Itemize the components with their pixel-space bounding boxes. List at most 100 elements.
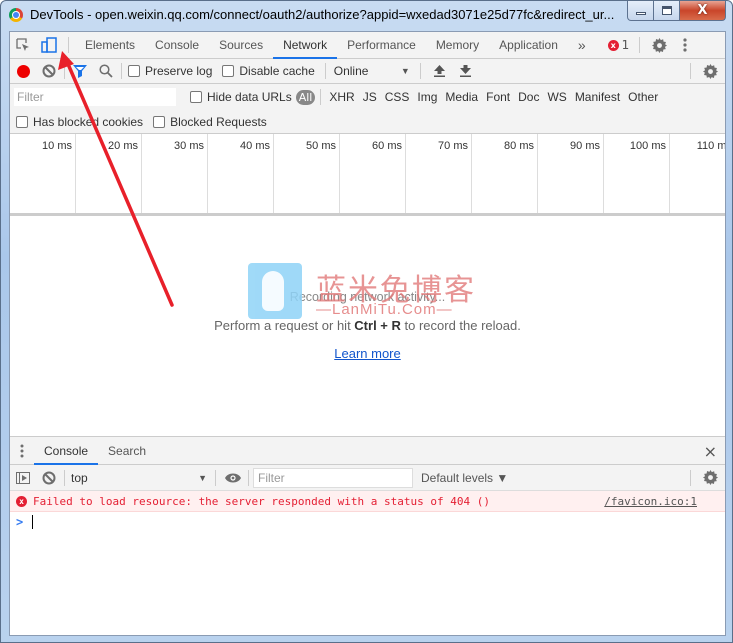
close-window-button[interactable]: X	[680, 1, 726, 21]
filter-type-ws[interactable]: WS	[543, 90, 570, 104]
disable-cache-checkbox[interactable]: Disable cache	[222, 64, 315, 78]
filter-type-js[interactable]: JS	[359, 90, 381, 104]
timeline-tick-label: 40 ms	[240, 140, 270, 152]
close-drawer-icon[interactable]: ×	[704, 442, 717, 461]
inspect-element-button[interactable]	[10, 32, 36, 58]
title-bar[interactable]: DevTools - open.weixin.qq.com/connect/oa…	[1, 1, 732, 31]
sidebar-toggle-icon	[16, 471, 30, 484]
checkbox-box[interactable]	[222, 65, 235, 77]
console-sidebar-button[interactable]	[10, 465, 36, 491]
timeline-tick-label: 10 ms	[42, 140, 72, 152]
timeline-tick-label: 90 ms	[570, 140, 600, 152]
eye-icon	[225, 473, 241, 482]
console-error-source-link[interactable]: /favicon.ico:1	[604, 495, 697, 508]
filter-bar: Hide data URLs All XHR JS CSS Img Media …	[10, 84, 725, 134]
tab-sources[interactable]: Sources	[209, 32, 273, 59]
filter-type-other[interactable]: Other	[624, 90, 662, 104]
maximize-icon	[661, 6, 672, 15]
tab-memory[interactable]: Memory	[426, 32, 489, 59]
record-icon	[16, 64, 30, 78]
separator	[639, 37, 641, 53]
timeline-tick-label: 110 ms	[696, 140, 725, 152]
console-error-text: Failed to load resource: the server resp…	[33, 494, 490, 508]
drawer-tab-console[interactable]: Console	[34, 437, 99, 465]
settings-button[interactable]	[646, 32, 672, 58]
timeline-tick-label: 100 ms	[629, 140, 666, 152]
import-har-button[interactable]	[427, 58, 453, 84]
error-count-badge[interactable]: x 1	[607, 38, 630, 52]
drawer-menu-button[interactable]	[10, 438, 34, 464]
separator	[64, 63, 65, 79]
clear-console-button[interactable]	[36, 465, 62, 491]
has-blocked-cookies-checkbox[interactable]: Has blocked cookies	[16, 115, 143, 129]
error-count: 1	[621, 38, 630, 52]
network-settings-button[interactable]	[697, 58, 723, 84]
checkbox-box[interactable]	[16, 116, 28, 128]
timeline-tick-label: 70 ms	[438, 140, 468, 152]
filter-type-xhr[interactable]: XHR	[325, 90, 358, 104]
gear-icon	[702, 470, 718, 485]
drawer-tab-search[interactable]: Search	[98, 437, 156, 465]
tab-elements[interactable]: Elements	[75, 32, 145, 59]
preserve-log-checkbox[interactable]: Preserve log	[128, 64, 212, 78]
tab-network[interactable]: Network	[273, 32, 338, 59]
separator	[68, 37, 69, 53]
tab-console[interactable]: Console	[145, 32, 209, 59]
filter-type-media[interactable]: Media	[441, 90, 482, 104]
console-input-area[interactable]	[10, 532, 725, 637]
separator	[690, 63, 691, 79]
reload-hint-prefix: Perform a request or hit	[214, 318, 355, 333]
preserve-log-label: Preserve log	[145, 64, 213, 78]
learn-more-link[interactable]: Learn more	[334, 346, 400, 361]
clear-button[interactable]	[36, 58, 62, 84]
hide-data-urls-checkbox[interactable]: Hide data URLs	[190, 90, 292, 104]
console-prompt[interactable]: >	[16, 515, 34, 529]
text-cursor	[32, 515, 34, 529]
console-error-message: x Failed to load resource: the server re…	[10, 491, 725, 512]
blocked-requests-checkbox[interactable]: Blocked Requests	[153, 115, 267, 129]
console-settings-button[interactable]	[697, 465, 723, 491]
throttling-value: Online	[333, 64, 369, 78]
search-button[interactable]	[93, 58, 119, 84]
recording-message: Recording network activity...	[289, 290, 446, 304]
checkbox-box[interactable]	[190, 91, 202, 103]
tab-application[interactable]: Application	[489, 32, 568, 59]
timeline-tick-label: 60 ms	[372, 140, 402, 152]
timeline-tick: 90 ms	[538, 134, 604, 213]
export-har-button[interactable]	[453, 58, 479, 84]
network-filter-input[interactable]	[14, 88, 176, 106]
tab-performance[interactable]: Performance	[337, 32, 426, 59]
throttling-select[interactable]: Online ▼	[334, 64, 410, 78]
timeline-tick-label: 30 ms	[174, 140, 204, 152]
log-levels-select[interactable]: Default levels ▼	[421, 471, 508, 485]
live-expression-button[interactable]	[220, 465, 246, 491]
filter-type-img[interactable]: Img	[413, 90, 441, 104]
timeline-tick: 10 ms	[10, 134, 76, 213]
console-filter-input[interactable]	[253, 467, 413, 488]
filter-type-css[interactable]: CSS	[381, 90, 414, 104]
customize-menu-button[interactable]	[672, 32, 698, 58]
separator	[419, 63, 421, 79]
filter-type-font[interactable]: Font	[482, 90, 514, 104]
maximize-button[interactable]	[654, 1, 680, 21]
filter-type-doc[interactable]: Doc	[514, 90, 543, 104]
reload-hint: Perform a request or hit Ctrl + R to rec…	[10, 318, 725, 333]
timeline-overview[interactable]: 10 ms 20 ms 30 ms 40 ms 50 ms 60 ms 70 ms 80 ms…	[10, 134, 725, 216]
execution-context-select[interactable]: top ▼	[67, 471, 207, 485]
reload-shortcut: Ctrl + R	[354, 318, 401, 333]
checkbox-box[interactable]	[128, 65, 140, 77]
timeline-tick: 40 ms	[208, 134, 274, 213]
more-tabs-button[interactable]: »	[568, 32, 596, 59]
device-toolbar-button[interactable]	[36, 32, 62, 58]
console-toolbar: top ▼ Default levels ▼	[10, 465, 725, 491]
record-button[interactable]	[10, 58, 36, 84]
timeline-tick: 110 ms	[670, 134, 725, 213]
network-empty-state: Recording network activity... Perform a …	[10, 216, 725, 436]
filter-toggle-button[interactable]	[67, 58, 93, 84]
minimize-icon	[635, 12, 646, 15]
checkbox-box[interactable]	[153, 116, 166, 128]
minimize-button[interactable]	[627, 1, 654, 21]
filter-type-all[interactable]: All	[295, 89, 316, 105]
blocked-requests-label: Blocked Requests	[170, 115, 267, 129]
filter-type-manifest[interactable]: Manifest	[571, 90, 624, 104]
